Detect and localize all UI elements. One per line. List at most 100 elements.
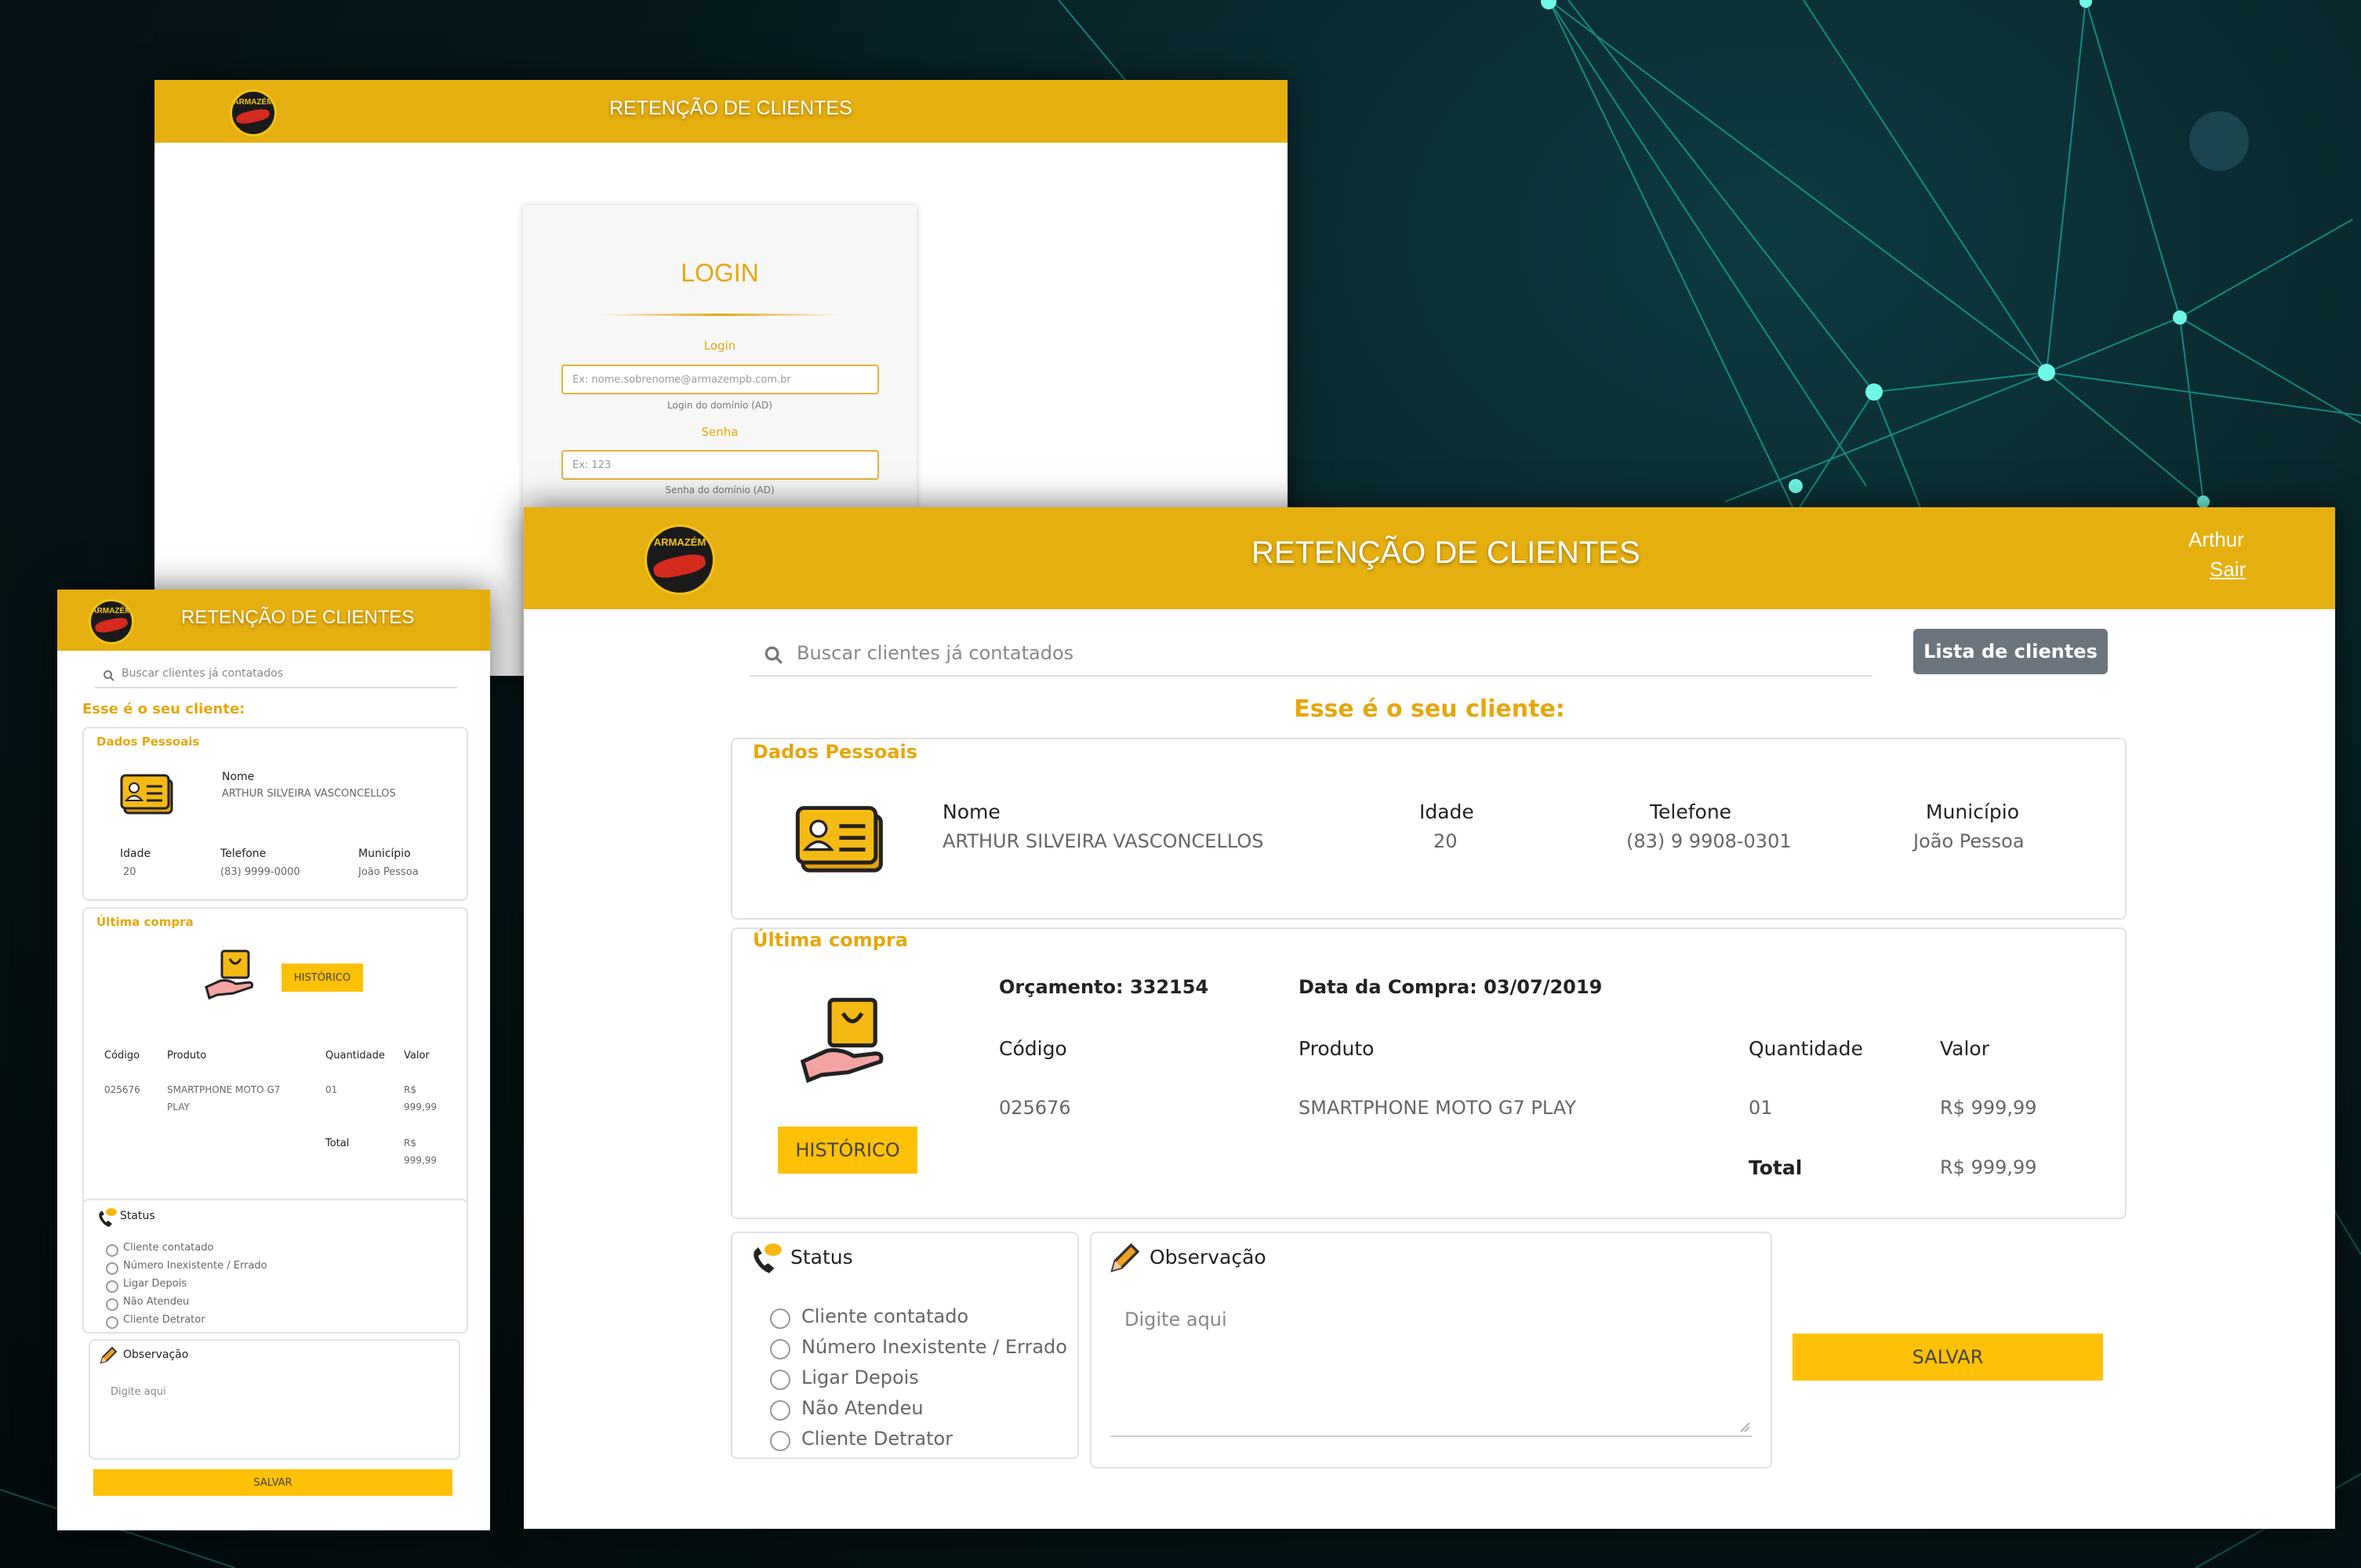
client-list-button[interactable]: Lista de clientes: [1913, 629, 2108, 674]
status-option: Ligar Depois: [123, 1278, 187, 1290]
status-option: Cliente Detrator: [801, 1428, 953, 1450]
heading-divider: [601, 314, 838, 316]
search-input[interactable]: Buscar clientes já contatados: [122, 667, 283, 680]
row-value-cont: 999,99: [404, 1102, 437, 1112]
status-radio-no-answer[interactable]: [106, 1298, 118, 1311]
observation-placeholder: Digite aqui: [1124, 1308, 1227, 1330]
status-card: Status Cliente contatado Número Inexiste…: [82, 1199, 468, 1334]
purchase-title: Última compra: [753, 929, 908, 951]
purchase-title: Última compra: [96, 915, 194, 929]
status-option: Não Atendeu: [123, 1296, 190, 1308]
login-input[interactable]: Ex: nome.sobrenome@armazempb.com.br: [561, 365, 879, 394]
phone-chat-icon: [754, 1243, 782, 1273]
total-value: R$: [404, 1138, 416, 1149]
logout-link[interactable]: Sair: [2210, 557, 2246, 582]
personal-card: Dados Pessoais Nome ARTHUR SILVEIRA VASC…: [82, 727, 468, 901]
city-label: Município: [1926, 800, 2020, 823]
status-radio-wrong-number[interactable]: [770, 1339, 790, 1359]
app-title: RETENÇÃO DE CLIENTES: [609, 97, 852, 119]
row-code: 025676: [999, 1097, 1071, 1119]
user-name: Arthur: [2188, 528, 2244, 551]
status-radio-no-answer[interactable]: [770, 1400, 790, 1421]
total-label: Total: [1749, 1156, 1803, 1179]
status-card: Status Cliente contatado Número Inexiste…: [731, 1232, 1079, 1459]
status-option: Cliente contatado: [123, 1242, 214, 1254]
brand-logo: ARMAZÉM: [230, 89, 277, 136]
total-label: Total: [325, 1138, 350, 1149]
col-qty: Quantidade: [325, 1050, 385, 1062]
age-value: 20: [123, 866, 136, 878]
city-label: Município: [358, 848, 411, 860]
status-radio-wrong-number[interactable]: [106, 1262, 118, 1275]
desktop-window: ARMAZÉM RETENÇÃO DE CLIENTES Arthur Sair…: [524, 507, 2335, 1529]
status-radio-call-later[interactable]: [106, 1280, 118, 1293]
app-title: RETENÇÃO DE CLIENTES: [181, 607, 415, 628]
id-card-icon: [795, 806, 883, 873]
login-header: ARMAZÉM RETENÇÃO DE CLIENTES: [154, 80, 1288, 143]
age-label: Idade: [1419, 800, 1474, 823]
personal-card: Dados Pessoais Nome ARTHUR SILVEIRA VASC…: [731, 738, 2127, 920]
phone-label: Telefone: [220, 848, 267, 860]
personal-title: Dados Pessoais: [96, 735, 200, 749]
search-bar[interactable]: Buscar clientes já contatados: [750, 631, 1872, 677]
client-heading: Esse é o seu cliente:: [82, 701, 245, 717]
status-option: Ligar Depois: [801, 1367, 919, 1388]
save-button[interactable]: SALVAR: [1793, 1334, 2103, 1381]
resize-handle-icon[interactable]: [1739, 1421, 1750, 1432]
observation-card: Observação Digite aqui: [89, 1339, 460, 1460]
personal-title: Dados Pessoais: [753, 741, 918, 763]
shopping-bag-hand-icon: [205, 949, 253, 1000]
name-label: Nome: [222, 771, 255, 783]
name-label: Nome: [943, 800, 1001, 823]
age-label: Idade: [120, 848, 151, 860]
history-button[interactable]: HISTÓRICO: [282, 964, 363, 992]
age-value: 20: [1433, 830, 1458, 852]
budget-label: Orçamento: 332154: [999, 976, 1209, 998]
total-value: R$ 999,99: [1940, 1156, 2037, 1178]
status-option: Número Inexistente / Errado: [123, 1260, 267, 1272]
col-product: Produto: [1299, 1037, 1375, 1060]
status-radio-detractor[interactable]: [770, 1431, 790, 1451]
phone-value: (83) 9999-0000: [220, 866, 300, 878]
row-qty: 01: [1749, 1097, 1773, 1119]
row-code: 025676: [104, 1084, 140, 1095]
city-value: João Pessoa: [1913, 830, 2025, 852]
phone-value: (83) 9 9908-0301: [1626, 830, 1792, 852]
observation-card: Observação Digite aqui: [1090, 1232, 1772, 1468]
status-radio-detractor[interactable]: [106, 1316, 118, 1329]
login-label: Login: [703, 339, 736, 353]
password-help: Senha do domínio (AD): [665, 485, 775, 495]
col-code: Código: [104, 1050, 140, 1062]
status-option: Número Inexistente / Errado: [801, 1336, 1067, 1358]
client-heading: Esse é o seu cliente:: [1294, 695, 1565, 723]
login-heading: LOGIN: [681, 259, 759, 287]
shopping-bag-hand-icon: [800, 997, 884, 1083]
col-value: Valor: [1940, 1037, 1990, 1060]
password-input[interactable]: Ex: 123: [561, 450, 879, 480]
purchase-card: Última compra HISTÓRICO Código Produto Q…: [82, 907, 468, 1207]
brand-logo: ARMAZÉM: [645, 524, 715, 595]
search-icon: [104, 670, 114, 681]
row-value: R$: [404, 1084, 416, 1095]
row-product: SMARTPHONE MOTO G7: [167, 1084, 281, 1095]
brand-logo: ARMAZÉM: [89, 599, 134, 644]
observation-title: Observação: [1150, 1246, 1266, 1269]
col-code: Código: [999, 1037, 1067, 1060]
status-radio-contacted[interactable]: [106, 1244, 118, 1257]
password-label: Senha: [701, 425, 739, 439]
mobile-header: ARMAZÉM RETENÇÃO DE CLIENTES: [57, 590, 490, 651]
save-button[interactable]: SALVAR: [93, 1469, 452, 1496]
row-product-cont: PLAY: [167, 1102, 190, 1112]
total-value-cont: 999,99: [404, 1155, 437, 1166]
observation-textarea[interactable]: Digite aqui: [1110, 1290, 1752, 1437]
col-value: Valor: [404, 1050, 430, 1062]
history-button[interactable]: HISTÓRICO: [778, 1127, 917, 1174]
search-input[interactable]: Buscar clientes já contatados: [797, 642, 1073, 664]
search-bar[interactable]: Buscar clientes já contatados: [95, 663, 457, 688]
observation-textarea[interactable]: Digite aqui: [111, 1386, 166, 1398]
city-value: João Pessoa: [358, 866, 419, 878]
date-label: Data da Compra: 03/07/2019: [1299, 976, 1603, 998]
status-radio-call-later[interactable]: [770, 1370, 790, 1390]
status-radio-contacted[interactable]: [770, 1308, 790, 1329]
mobile-window: ARMAZÉM RETENÇÃO DE CLIENTES Buscar clie…: [57, 590, 490, 1530]
